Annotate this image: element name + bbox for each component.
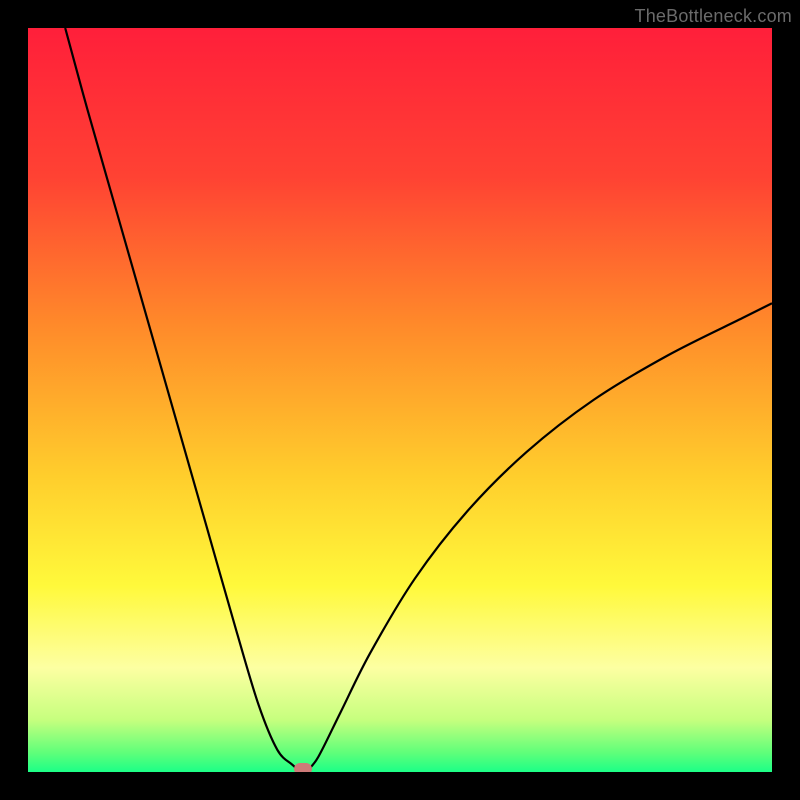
plot-area	[28, 28, 772, 772]
chart-curve	[28, 28, 772, 772]
watermark-text: TheBottleneck.com	[635, 6, 792, 27]
chart-container: TheBottleneck.com	[0, 0, 800, 800]
optimal-point-marker	[294, 763, 312, 772]
